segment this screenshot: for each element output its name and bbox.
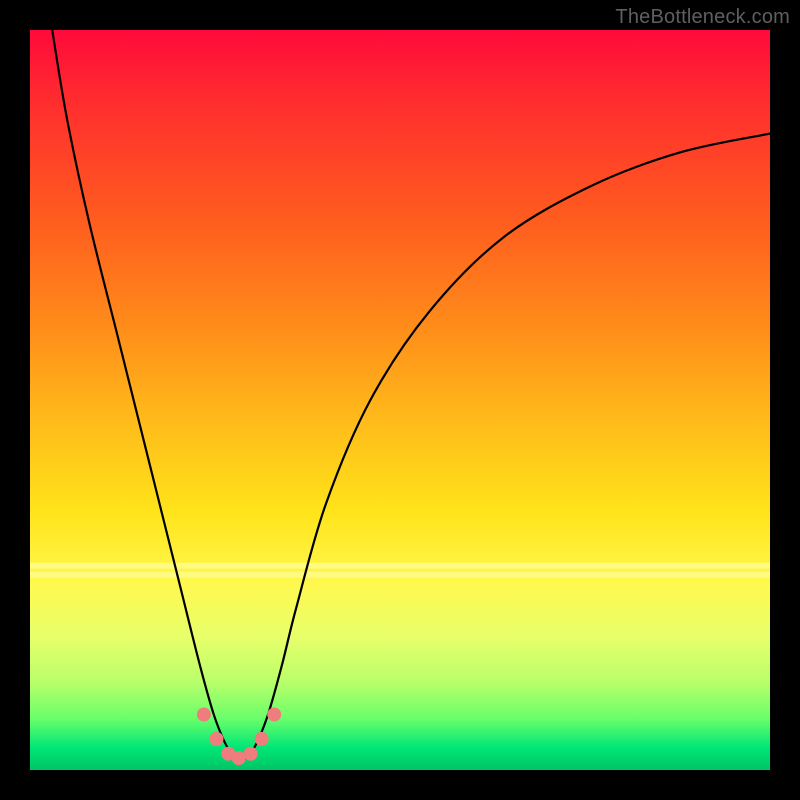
bottleneck-curve: [52, 30, 770, 759]
marker-dot: [267, 708, 281, 722]
marker-dot: [221, 747, 235, 761]
marker-dot: [255, 732, 269, 746]
marker-dot: [197, 708, 211, 722]
plot-area: [30, 30, 770, 770]
watermark-text: TheBottleneck.com: [615, 6, 790, 29]
curve-svg: [30, 30, 770, 770]
marker-dot: [244, 747, 258, 761]
bottom-markers: [197, 708, 281, 766]
chart-frame: TheBottleneck.com: [0, 0, 800, 800]
marker-dot: [232, 751, 246, 765]
marker-dot: [209, 732, 223, 746]
